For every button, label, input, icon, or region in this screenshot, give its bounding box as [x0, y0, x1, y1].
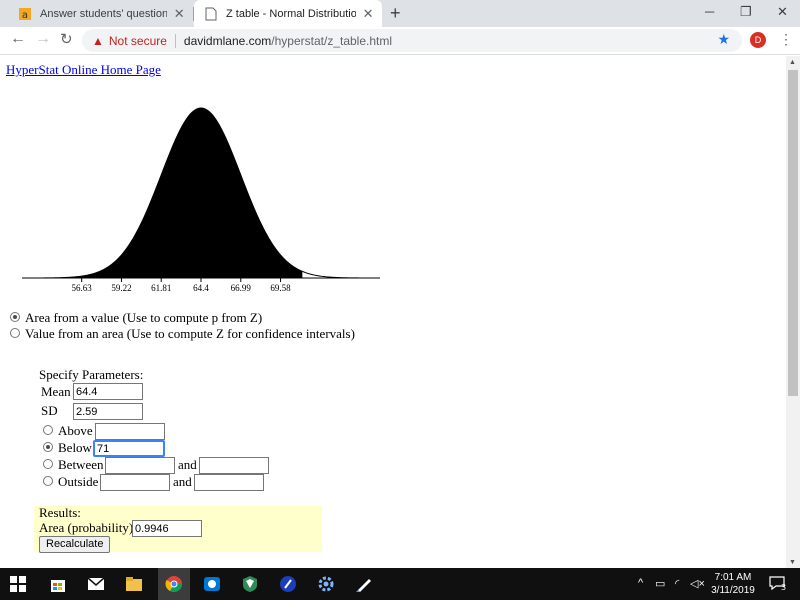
- above-radio[interactable]: [43, 425, 53, 435]
- tab-z-table[interactable]: Z table - Normal Distribution Ca ✕: [194, 0, 382, 27]
- scroll-down-icon[interactable]: ▼: [789, 559, 796, 566]
- page-icon: [204, 7, 218, 21]
- svg-text:a: a: [22, 10, 28, 21]
- app-circle-icon[interactable]: [278, 574, 298, 594]
- tab-title: Answer students' questions and: [40, 7, 168, 20]
- minimize-button[interactable]: ─: [705, 4, 714, 19]
- sd-label: SD: [41, 403, 58, 418]
- window-close-button[interactable]: ✕: [777, 4, 788, 20]
- page-content: HyperStat Online Home Page 56.63 59.22 61.…: [0, 56, 786, 568]
- results-heading: Results:: [39, 505, 81, 520]
- scrollbar-thumb[interactable]: [788, 70, 798, 396]
- below-label: Below: [58, 440, 92, 455]
- app-gear-icon[interactable]: [316, 574, 336, 594]
- outside-high-input[interactable]: [194, 474, 264, 491]
- x-tick-label: 69.58: [270, 283, 291, 293]
- results-panel: Results: Area (probability) Recalculate: [34, 505, 322, 553]
- recalculate-button[interactable]: Recalculate: [39, 536, 111, 553]
- windows-start-icon[interactable]: [8, 574, 28, 594]
- wifi-icon[interactable]: ◜: [675, 577, 679, 590]
- close-icon[interactable]: ✕: [362, 6, 374, 22]
- normal-distribution-chart: 56.63 59.22 61.81 64.4 66.99 69.58: [22, 107, 380, 293]
- x-tick-label: 64.4: [193, 283, 209, 293]
- above-label: Above: [58, 423, 93, 438]
- chevron-up-icon[interactable]: ^: [638, 577, 643, 589]
- between-low-input[interactable]: [105, 457, 175, 474]
- clock-date: 3/11/2019: [711, 585, 755, 596]
- mail-icon[interactable]: [86, 574, 106, 594]
- reload-icon[interactable]: ↻: [60, 30, 73, 48]
- url-path: /hyperstat/z_table.html: [271, 33, 393, 48]
- close-icon[interactable]: ✕: [173, 6, 185, 22]
- url-host: davidmlane.com: [183, 33, 272, 48]
- notification-count: 3: [781, 583, 786, 591]
- mean-label: Mean: [41, 384, 71, 399]
- warning-icon: ▲: [92, 33, 104, 48]
- x-tick-label: 61.81: [151, 283, 171, 293]
- security-label[interactable]: Not secure: [109, 34, 167, 48]
- and-label: and: [173, 474, 192, 489]
- windows-taskbar: ^ ▭ ◜ ◁× 7:01 AM 3/11/2019 3: [0, 568, 800, 600]
- sd-input[interactable]: [73, 403, 143, 420]
- forward-arrow-icon[interactable]: →: [35, 30, 51, 48]
- below-radio[interactable]: [43, 442, 53, 452]
- outside-label: Outside: [58, 474, 99, 489]
- mode-value-label: Value from an area (Use to compute Z for…: [25, 326, 355, 341]
- chrome-icon[interactable]: [164, 574, 184, 594]
- bookmark-star-icon[interactable]: ★: [717, 31, 730, 48]
- outside-low-input[interactable]: [100, 474, 170, 491]
- taskbar-clock[interactable]: 7:01 AM 3/11/2019: [700, 571, 766, 597]
- browser-toolbar: ← → ↻ ▲ Not secure davidmlane.com/hypers…: [0, 27, 800, 55]
- between-high-input[interactable]: [199, 457, 269, 474]
- above-input[interactable]: [95, 423, 165, 440]
- url-divider: [174, 33, 176, 48]
- address-bar[interactable]: ▲ Not secure davidmlane.com/hyperstat/z_…: [82, 29, 742, 52]
- outside-radio[interactable]: [43, 476, 53, 486]
- restore-button[interactable]: ❐: [740, 4, 752, 20]
- tab-title: Z table - Normal Distribution Ca: [226, 7, 357, 20]
- x-tick-label: 59.22: [111, 283, 131, 293]
- between-radio[interactable]: [43, 459, 53, 469]
- notification-icon[interactable]: 3: [768, 575, 786, 594]
- tab-strip: a Answer students' questions and ✕ Z tab…: [0, 0, 800, 27]
- battery-icon[interactable]: ▭: [655, 577, 665, 590]
- x-tick-label: 56.63: [72, 283, 93, 293]
- avatar[interactable]: D: [750, 32, 766, 48]
- outlook-icon[interactable]: [202, 574, 222, 594]
- mean-input[interactable]: [73, 383, 143, 400]
- hyperstat-home-link[interactable]: HyperStat Online Home Page: [6, 62, 161, 78]
- app-shield-icon[interactable]: [240, 574, 260, 594]
- new-tab-button[interactable]: +: [390, 3, 401, 24]
- scroll-up-icon[interactable]: ▲: [789, 59, 796, 66]
- app-pen-icon[interactable]: [354, 574, 374, 594]
- area-result-input[interactable]: [132, 520, 202, 537]
- below-input[interactable]: [93, 440, 165, 457]
- chegg-favicon-icon: a: [18, 7, 32, 21]
- x-tick-label: 66.99: [231, 283, 252, 293]
- and-label: and: [178, 457, 197, 472]
- back-arrow-icon[interactable]: ←: [10, 30, 26, 48]
- clock-time: 7:01 AM: [714, 572, 752, 583]
- between-label: Between: [58, 457, 104, 472]
- mode-value-radio[interactable]: [10, 328, 20, 338]
- shaded-area: [22, 108, 303, 278]
- params-heading: Specify Parameters:: [39, 367, 144, 382]
- mode-area-radio[interactable]: [10, 312, 20, 322]
- store-icon[interactable]: [48, 574, 68, 594]
- page-scrollbar[interactable]: ▲ ▼: [786, 56, 800, 568]
- area-label: Area (probability): [39, 520, 134, 535]
- file-explorer-icon[interactable]: [124, 574, 144, 594]
- mode-area-label: Area from a value (Use to compute p from…: [25, 310, 263, 325]
- menu-kebab-icon[interactable]: ⋮: [779, 31, 793, 48]
- tab-answer-students[interactable]: a Answer students' questions and ✕: [8, 0, 193, 27]
